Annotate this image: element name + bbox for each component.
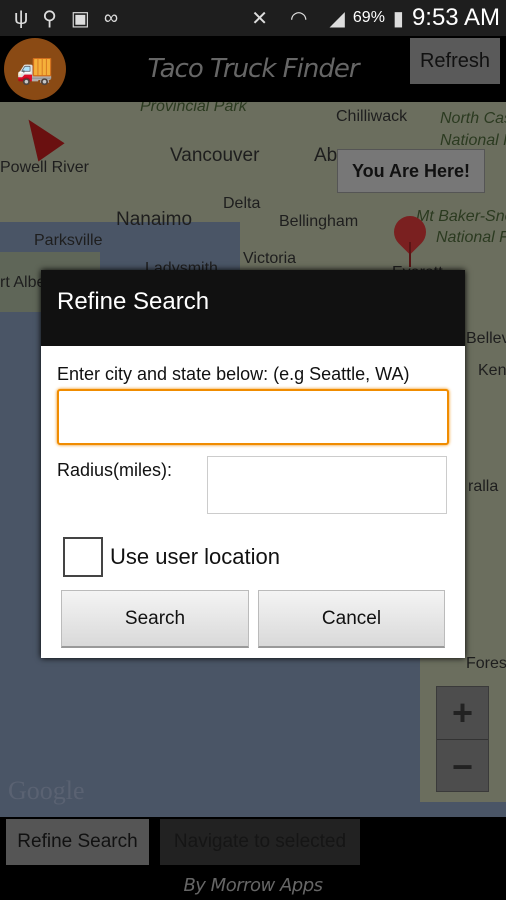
map-label: Nanaimo: [116, 209, 193, 230]
google-attribution: Google: [8, 776, 85, 805]
map-label: Vancouver: [170, 145, 260, 166]
map-label: National P: [440, 132, 506, 149]
map-label: Delta: [223, 195, 261, 212]
battery-charging-icon: ▮: [392, 7, 404, 30]
map-label: Powell River: [0, 159, 89, 176]
radius-label: Radius(miles):: [57, 460, 173, 480]
map-label: Ken: [478, 362, 506, 379]
wifi-icon: ◠: [290, 7, 308, 30]
location-icon: ⚲: [42, 7, 57, 30]
credit-text: By Morrow Apps: [183, 875, 323, 896]
map-label: Parksville: [34, 232, 103, 249]
city-label: Enter city and state below: (e.g Seattle…: [57, 364, 410, 384]
map-label: Bellev: [466, 330, 506, 347]
zoom-in-button[interactable]: +: [437, 687, 488, 740]
map-label: Provincial Park: [140, 102, 247, 115]
clock: 9:53 AM: [411, 4, 500, 31]
signal-icon: ◢: [329, 7, 345, 30]
refine-search-button[interactable]: Refine Search: [6, 819, 149, 865]
zoom-controls: + −: [436, 686, 489, 792]
map-label: ralla: [468, 478, 499, 495]
mute-icon: ✕: [251, 7, 269, 30]
use-location-checkbox[interactable]: [63, 537, 103, 577]
use-location-label[interactable]: Use user location: [110, 544, 280, 570]
map-label: North Cas: [440, 110, 506, 127]
city-state-input[interactable]: [57, 389, 449, 445]
map-label: Mt Baker-Snoo: [416, 208, 506, 225]
map-label: Ab: [314, 145, 338, 166]
bottom-bar: Refine Search Navigate to selected By Mo…: [0, 817, 506, 900]
map-label: Forest: [466, 655, 506, 672]
map-label: Bellingham: [279, 213, 359, 230]
map-label: rt Albe: [0, 274, 46, 291]
map-label: Victoria: [243, 250, 297, 267]
image-icon: ▣: [70, 7, 90, 30]
battery-percent: 69%: [352, 9, 385, 26]
map-label: National Fo: [436, 229, 506, 246]
refresh-button[interactable]: Refresh: [410, 38, 500, 84]
location-pin-stem: [409, 242, 411, 267]
search-button[interactable]: Search: [61, 590, 249, 648]
app-bar: 🚚 Taco Truck Finder Refresh: [0, 36, 506, 102]
status-bar: ψ ⚲ ▣ ∞ ✕ ◠ ◢ 69% ▮ 9:53 AM: [0, 0, 506, 36]
navigate-to-selected-button[interactable]: Navigate to selected: [160, 819, 360, 865]
map-label: Chilliwack: [336, 108, 408, 125]
marker-info-window[interactable]: You Are Here!: [337, 149, 485, 193]
usb-icon: ψ: [14, 6, 29, 29]
zoom-out-button[interactable]: −: [437, 740, 488, 793]
dialog-title: Refine Search: [41, 270, 465, 346]
cancel-button[interactable]: Cancel: [258, 590, 445, 648]
radius-input[interactable]: [207, 456, 447, 514]
voicemail-icon: ∞: [103, 6, 119, 29]
refine-search-dialog: Refine Search Enter city and state below…: [41, 270, 465, 658]
